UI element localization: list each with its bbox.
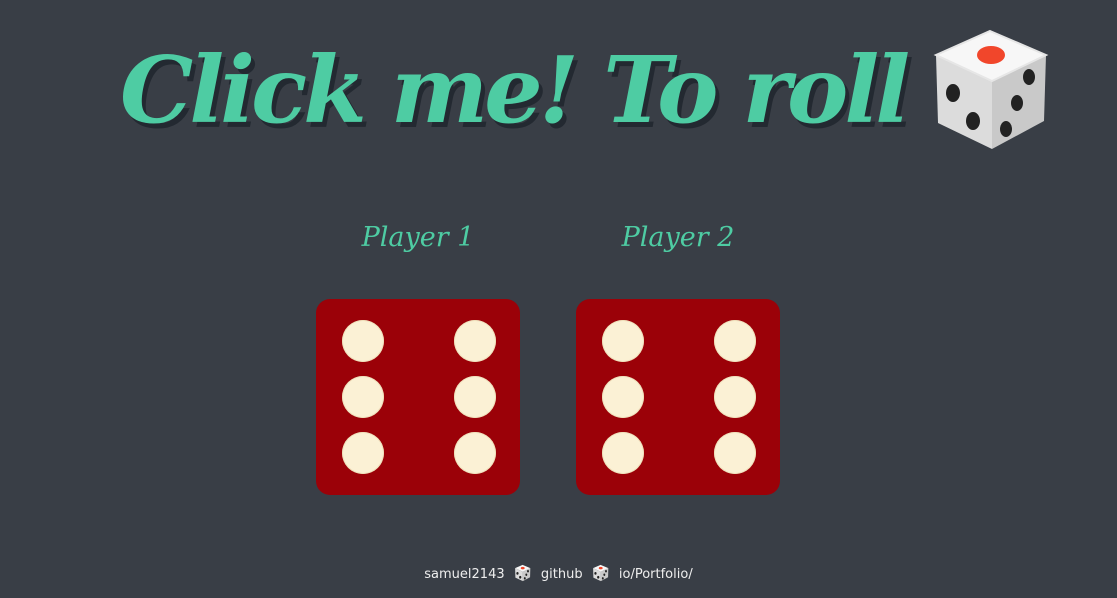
footer-text-github[interactable]: github: [541, 567, 583, 582]
die-pip: [602, 432, 644, 474]
dice-icon: [592, 564, 609, 582]
player-1-die: [316, 299, 520, 495]
footer-link[interactable]: samuel2143 github io/Portfolio/: [424, 564, 693, 582]
die-pip: [602, 376, 644, 418]
die-pip: [342, 432, 384, 474]
player-2: Player 2: [576, 200, 780, 258]
roll-title-button[interactable]: Click me! To roll: [120, 20, 1058, 160]
die-pip: [714, 320, 756, 362]
die-pip: [714, 432, 756, 474]
player-1: Player 1: [316, 200, 520, 258]
player-1-label: Player 1: [361, 222, 475, 253]
page-title[interactable]: Click me! To roll: [120, 44, 910, 136]
die-pip: [342, 376, 384, 418]
dice-icon: [933, 29, 1049, 149]
player-2-label: Player 2: [621, 222, 735, 253]
die-pip: [602, 320, 644, 362]
footer: samuel2143 github io/Portfolio/: [0, 564, 1117, 582]
die-pip: [342, 320, 384, 362]
die-pip: [714, 376, 756, 418]
die-pip: [454, 432, 496, 474]
die-pip: [454, 376, 496, 418]
footer-text-user[interactable]: samuel2143: [424, 567, 504, 582]
die-pip: [454, 320, 496, 362]
dice-icon: [514, 564, 531, 582]
footer-text-path[interactable]: io/Portfolio/: [619, 567, 693, 582]
player-2-die: [576, 299, 780, 495]
